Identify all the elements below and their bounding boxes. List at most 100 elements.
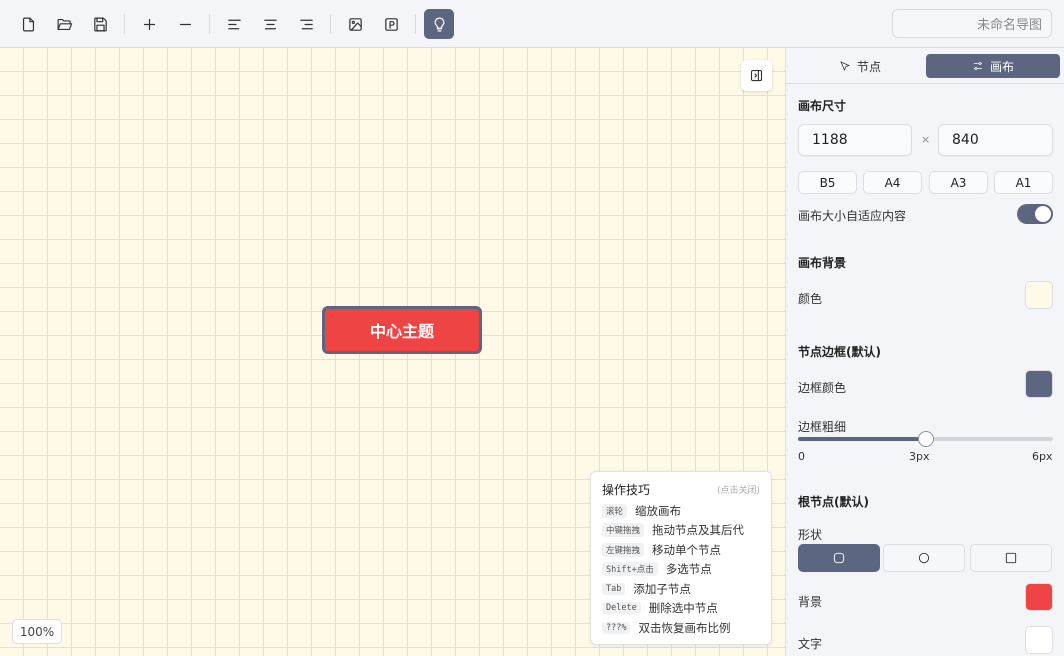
preset-a1-button[interactable]: A1 xyxy=(994,171,1053,194)
auto-fit-toggle[interactable] xyxy=(1017,204,1053,224)
mindmap-title: 未命名导图 xyxy=(976,18,1042,33)
preset-label: A1 xyxy=(1015,175,1032,190)
shape-rounded-rect-button[interactable] xyxy=(798,544,880,572)
tab-canvas-label: 画布 xyxy=(989,59,1014,74)
tip-key: Tab xyxy=(602,582,626,595)
tip-key: 左键拖拽 xyxy=(602,542,645,557)
preset-label: A3 xyxy=(950,175,967,190)
panel-tabs: 节点 画布 xyxy=(786,48,1064,84)
open-folder-button[interactable] xyxy=(49,9,79,39)
shape-circle-button[interactable] xyxy=(883,544,965,572)
tip-desc: 缩放画布 xyxy=(635,503,682,518)
toolbar: 未命名导图 xyxy=(0,0,1064,48)
plus-icon xyxy=(143,18,155,30)
export-button[interactable] xyxy=(376,9,406,39)
tips-button[interactable] xyxy=(424,9,454,39)
tip-item: 滚轮 缩放画布 xyxy=(602,501,760,521)
border-color-swatch[interactable] xyxy=(1025,370,1053,398)
tip-item: ???% 双击恢复画布比例 xyxy=(602,618,760,638)
background-color-label: 颜色 xyxy=(798,292,823,306)
toggle-knob xyxy=(1035,206,1051,222)
preset-a3-button[interactable]: A3 xyxy=(929,171,988,194)
canvas-height-value: 840 xyxy=(952,132,979,148)
slider-min-label: 0 xyxy=(798,450,805,463)
toolbar-divider xyxy=(415,14,416,34)
slider-fill xyxy=(798,437,926,441)
shape-square-button[interactable] xyxy=(970,544,1052,572)
preset-label: A4 xyxy=(884,175,901,190)
panel-collapse-icon xyxy=(750,69,763,82)
align-left-icon xyxy=(227,19,241,29)
align-left-button[interactable] xyxy=(219,9,249,39)
tips-title: 操作技巧 xyxy=(602,483,651,497)
node-border-title: 节点边框(默认) xyxy=(798,345,881,359)
tip-desc: 拖动节点及其后代 xyxy=(652,523,745,538)
times-sign: × xyxy=(921,133,931,146)
tip-item: Delete 删除选中节点 xyxy=(602,599,760,619)
sliders-icon xyxy=(973,62,982,70)
root-text-color-swatch[interactable] xyxy=(1025,626,1053,654)
mindmap-title-input[interactable]: 未命名导图 xyxy=(892,9,1052,38)
slider-thumb[interactable] xyxy=(917,431,934,447)
zoom-level: 100% xyxy=(19,624,55,639)
tip-key: Delete xyxy=(602,602,641,615)
align-center-button[interactable] xyxy=(255,9,285,39)
tip-key: 滚轮 xyxy=(602,503,628,518)
canvas-background-title: 画布背景 xyxy=(798,256,847,270)
mindmap-canvas[interactable]: 中心主题 100% 操作技巧 (点击关闭) 滚轮 缩放画布 中键拖拽 拖动节点及其后… xyxy=(0,48,785,656)
canvas-width-value: 1188 xyxy=(812,132,848,148)
slider-value-label: 3px xyxy=(909,450,930,463)
tab-node-label: 节点 xyxy=(856,59,881,74)
tip-desc: 删除选中节点 xyxy=(648,601,718,616)
shape-label: 形状 xyxy=(798,528,823,542)
tip-item: 中键拖拽 拖动节点及其后代 xyxy=(602,521,760,541)
align-right-icon xyxy=(299,19,313,29)
root-node-label: 中心主题 xyxy=(369,322,434,341)
square-icon xyxy=(1005,552,1017,564)
slider-max-label: 6px xyxy=(1032,450,1053,463)
tab-node[interactable]: 节点 xyxy=(794,54,926,78)
tip-key: Shift+点击 xyxy=(602,562,658,577)
rounded-square-icon xyxy=(833,552,845,564)
root-text-label: 文字 xyxy=(798,637,823,651)
root-bg-color-swatch[interactable] xyxy=(1025,583,1053,611)
tips-panel[interactable]: 操作技巧 (点击关闭) 滚轮 缩放画布 中键拖拽 拖动节点及其后代 左键拖拽 移动单个… xyxy=(590,471,772,645)
auto-fit-label: 画布大小自适应内容 xyxy=(798,209,907,223)
remove-node-button[interactable] xyxy=(170,9,200,39)
properties-panel: 节点 画布 画布尺寸 1188 × 840 B5 A4 A3 A1 画布大小自适… xyxy=(785,48,1064,656)
tip-key: ???% xyxy=(602,621,631,634)
tip-desc: 多选节点 xyxy=(665,562,712,577)
insert-image-button[interactable] xyxy=(340,9,370,39)
save-button[interactable] xyxy=(85,9,115,39)
toggle-panel-button[interactable] xyxy=(741,60,772,91)
tip-item: Shift+点击 多选节点 xyxy=(602,560,760,580)
toolbar-divider xyxy=(330,14,331,34)
minus-icon xyxy=(179,23,191,25)
canvas-height-input[interactable]: 840 xyxy=(938,124,1053,156)
border-color-label: 边框颜色 xyxy=(798,381,847,395)
toolbar-divider xyxy=(209,14,210,34)
preset-a4-button[interactable]: A4 xyxy=(863,171,922,194)
align-center-icon xyxy=(263,19,277,29)
tip-key: 中键拖拽 xyxy=(602,523,645,538)
add-node-button[interactable] xyxy=(134,9,164,39)
tip-desc: 双击恢复画布比例 xyxy=(638,620,731,635)
align-right-button[interactable] xyxy=(291,9,321,39)
preset-b5-button[interactable]: B5 xyxy=(798,171,857,194)
new-file-icon xyxy=(22,17,34,31)
tips-close-hint[interactable]: (点击关闭) xyxy=(717,483,760,496)
tab-canvas[interactable]: 画布 xyxy=(926,54,1060,78)
save-icon xyxy=(93,17,107,31)
p-box-icon xyxy=(384,17,398,31)
toolbar-divider xyxy=(124,14,125,34)
new-file-button[interactable] xyxy=(13,9,43,39)
tip-item: 左键拖拽 移动单个节点 xyxy=(602,540,760,560)
tip-desc: 移动单个节点 xyxy=(652,542,722,557)
zoom-level-button[interactable]: 100% xyxy=(12,619,62,644)
background-color-swatch[interactable] xyxy=(1025,281,1053,309)
folder-open-icon xyxy=(57,18,72,30)
canvas-width-input[interactable]: 1188 xyxy=(798,124,912,156)
cursor-icon xyxy=(840,61,851,72)
lightbulb-icon xyxy=(434,17,444,31)
root-node[interactable]: 中心主题 xyxy=(322,306,482,354)
